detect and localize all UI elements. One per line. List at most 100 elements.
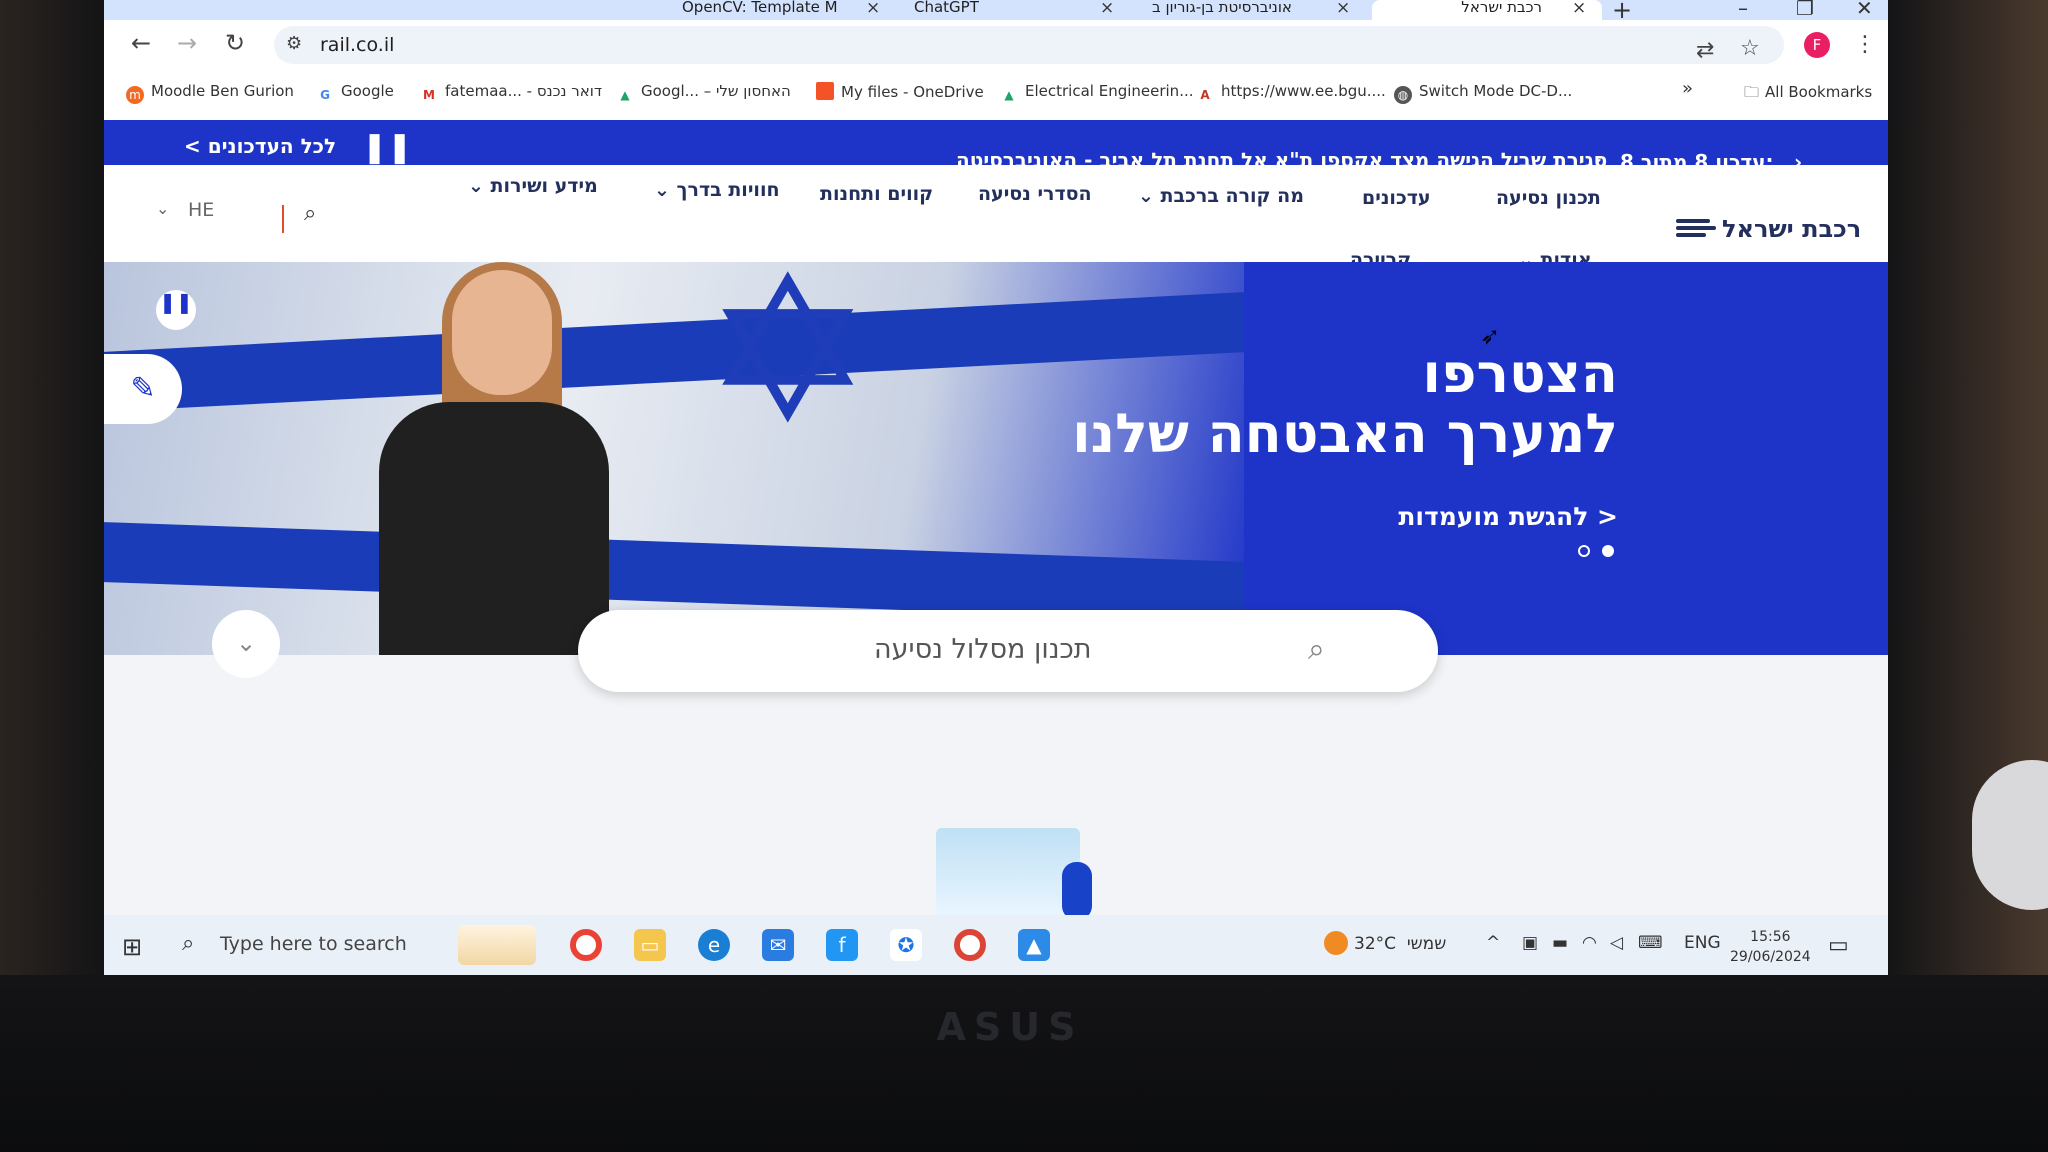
carousel-dot-2[interactable] <box>1578 545 1590 557</box>
bookmarks-overflow-button[interactable]: » <box>1682 78 1693 99</box>
close-icon[interactable]: × <box>1336 0 1350 18</box>
bookmark-label: Google <box>341 82 394 100</box>
back-icon[interactable]: ← <box>126 28 156 58</box>
bookmark-item[interactable]: ▲ Googl... – האחסון שלי <box>616 82 791 104</box>
taskbar-search-input[interactable]: Type here to search <box>220 933 407 955</box>
search-highlight-trees-icon[interactable] <box>458 925 536 965</box>
notification-icon[interactable]: ▭ <box>1828 933 1849 958</box>
nav-item-info-service[interactable]: ⌄ מידע ושירות <box>468 175 598 197</box>
battery-icon[interactable]: ▬ <box>1552 933 1568 953</box>
bookmark-item[interactable]: Mfatemaa... - דואר נכנס <box>420 82 602 104</box>
keyboard-icon[interactable]: ⌨ <box>1638 933 1663 953</box>
tab-opencv[interactable]: OpenCV: Template M <box>672 0 922 20</box>
close-icon[interactable]: × <box>1572 0 1586 18</box>
chrome-icon[interactable] <box>570 929 602 961</box>
nav-item-lines-stations[interactable]: קווים ותחנות <box>820 183 933 205</box>
chrome-profile-icon[interactable] <box>954 929 986 961</box>
url-text[interactable]: rail.co.il <box>320 34 394 56</box>
windows-start-icon[interactable]: ⊞ <box>122 933 142 961</box>
tray-chevron-up-icon[interactable]: ^ <box>1486 933 1500 953</box>
bookmark-item[interactable]: ◍ Switch Mode DC-D... <box>1394 82 1572 104</box>
minimize-icon[interactable]: – <box>1738 0 1748 20</box>
close-icon[interactable]: × <box>866 0 880 18</box>
weather-label: שמשי <box>1406 934 1447 954</box>
tab-label: אוניברסיטת בן-גוריון ב <box>1152 0 1292 16</box>
system-clock[interactable]: 15:56 29/06/2024 <box>1730 927 1811 967</box>
carousel-pause-button[interactable]: ❚❚ <box>156 290 196 330</box>
search-icon[interactable]: ⌕ <box>182 931 194 956</box>
all-updates-link[interactable]: < לכל העדכונים <box>184 134 336 158</box>
close-icon[interactable]: × <box>1100 0 1114 18</box>
profile-avatar[interactable]: F <box>1804 32 1830 58</box>
wifi-icon[interactable]: ◠ <box>1582 933 1597 953</box>
bookmark-label: My files - OneDrive <box>841 83 984 101</box>
windows-icon <box>816 82 834 100</box>
address-bar[interactable]: ⚙ rail.co.il <box>274 26 1784 64</box>
security-officer-photo <box>374 262 609 655</box>
search-icon[interactable]: ⌕ <box>304 201 316 226</box>
f-app-icon[interactable]: f <box>826 929 858 961</box>
ee-icon: A <box>1196 86 1214 104</box>
google-icon: G <box>316 86 334 104</box>
reload-icon[interactable]: ↻ <box>220 28 250 58</box>
logo-text: רכבת ישראל <box>1722 215 1862 243</box>
photos-icon[interactable]: ▲ <box>1018 929 1050 961</box>
israel-railways-logo[interactable]: רכבת ישראל <box>1676 215 1861 243</box>
bookmark-item[interactable]: ▲ Electrical Engineerin... <box>1000 82 1194 104</box>
apply-cta-link[interactable]: להגשת מועמדות > <box>1398 502 1618 531</box>
site-info-icon[interactable]: ⚙ <box>286 33 310 57</box>
tab-israel-rail[interactable]: רכבת ישראל <box>1372 0 1602 20</box>
nav-item-experiences[interactable]: ⌄ חוויות בדרך <box>654 179 780 201</box>
forward-icon[interactable]: → <box>172 28 202 58</box>
app-store-icon[interactable]: ✪ <box>890 929 922 961</box>
ticker-pause-icon[interactable]: ❚❚ <box>362 130 412 165</box>
weather-widget[interactable]: 32°C שמשי <box>1324 931 1446 955</box>
flag-stripe <box>104 292 1244 412</box>
nav-label: מידע ושירות <box>490 175 598 197</box>
browser-tab-strip: OpenCV: Template M × ChatGPT × אוניברסיט… <box>104 0 1888 24</box>
bookmark-item[interactable]: Ahttps://www.ee.bgu.... <box>1196 82 1386 104</box>
accessibility-form-icon[interactable]: ✎ <box>104 354 182 424</box>
translate-icon[interactable]: ⇄ <box>1696 38 1714 63</box>
nav-label: מה קורה ברכבת <box>1160 185 1304 207</box>
carousel-dot-1-active[interactable] <box>1602 545 1614 557</box>
search-icon[interactable]: ⌕ <box>1308 632 1325 667</box>
file-explorer-icon[interactable]: ▭ <box>634 929 666 961</box>
tab-chatgpt[interactable]: ChatGPT <box>904 0 1084 20</box>
bookmark-item[interactable]: My files - OneDrive <box>816 82 984 101</box>
nav-item-updates[interactable]: עדכונים <box>1362 187 1431 209</box>
nav-item-travel-arrangements[interactable]: הסדרי נסיעה <box>978 183 1092 205</box>
sun-icon <box>1324 931 1348 955</box>
route-search-placeholder[interactable]: תכנון מסלול נסיעה <box>874 634 1092 665</box>
volume-icon[interactable]: ◁ <box>1610 933 1623 953</box>
bookmark-item[interactable]: G Google <box>316 82 394 104</box>
hero-title-line1: הצטרפו <box>1422 342 1618 405</box>
nav-item-whats-new[interactable]: ⌄ מה קורה ברכבת <box>1138 185 1304 207</box>
bookmark-star-icon[interactable]: ☆ <box>1740 36 1760 61</box>
laptop-screen: OpenCV: Template M × ChatGPT × אוניברסיט… <box>104 0 1888 975</box>
language-selector[interactable]: HE <box>188 199 214 221</box>
star-of-david-icon: ✡ <box>704 262 872 468</box>
meet-icon[interactable]: ▣ <box>1522 933 1538 953</box>
bookmark-item[interactable]: m Moodle Ben Gurion <box>126 82 294 104</box>
input-language[interactable]: ENG <box>1684 933 1721 953</box>
bookmark-label: fatemaa... - דואר נכנס <box>445 82 603 100</box>
menu-kebab-icon[interactable]: ⋮ <box>1854 32 1876 57</box>
scroll-down-chevron-icon[interactable]: ⌄ <box>212 610 280 678</box>
edge-icon[interactable]: e <box>698 929 730 961</box>
route-search-box[interactable]: תכנון מסלול נסיעה ⌕ <box>578 610 1438 692</box>
promo-illustration <box>936 828 1080 918</box>
monitor-bezel-bottom <box>0 975 2048 1152</box>
tab-bgu[interactable]: אוניברסיטת בן-גוריון ב <box>1142 0 1322 20</box>
nav-item-trip-planning[interactable]: תכנון נסיעה <box>1496 187 1601 209</box>
all-bookmarks-label: All Bookmarks <box>1765 83 1873 101</box>
bookmark-label: https://www.ee.bgu.... <box>1221 82 1386 100</box>
mail-icon[interactable]: ✉ <box>762 929 794 961</box>
window-close-icon[interactable]: ✕ <box>1856 0 1873 20</box>
windows-taskbar: ⊞ ⌕ Type here to search ▭ e ✉ f ✪ ▲ 32°C… <box>104 915 1888 975</box>
chevron-down-icon[interactable]: ⌄ <box>156 199 169 218</box>
restore-icon[interactable]: ❐ <box>1796 0 1814 20</box>
bookmark-label: Moodle Ben Gurion <box>151 82 294 100</box>
all-bookmarks-button[interactable]: 🗀 All Bookmarks <box>1744 82 1872 107</box>
folder-icon: 🗀 <box>1744 83 1760 101</box>
